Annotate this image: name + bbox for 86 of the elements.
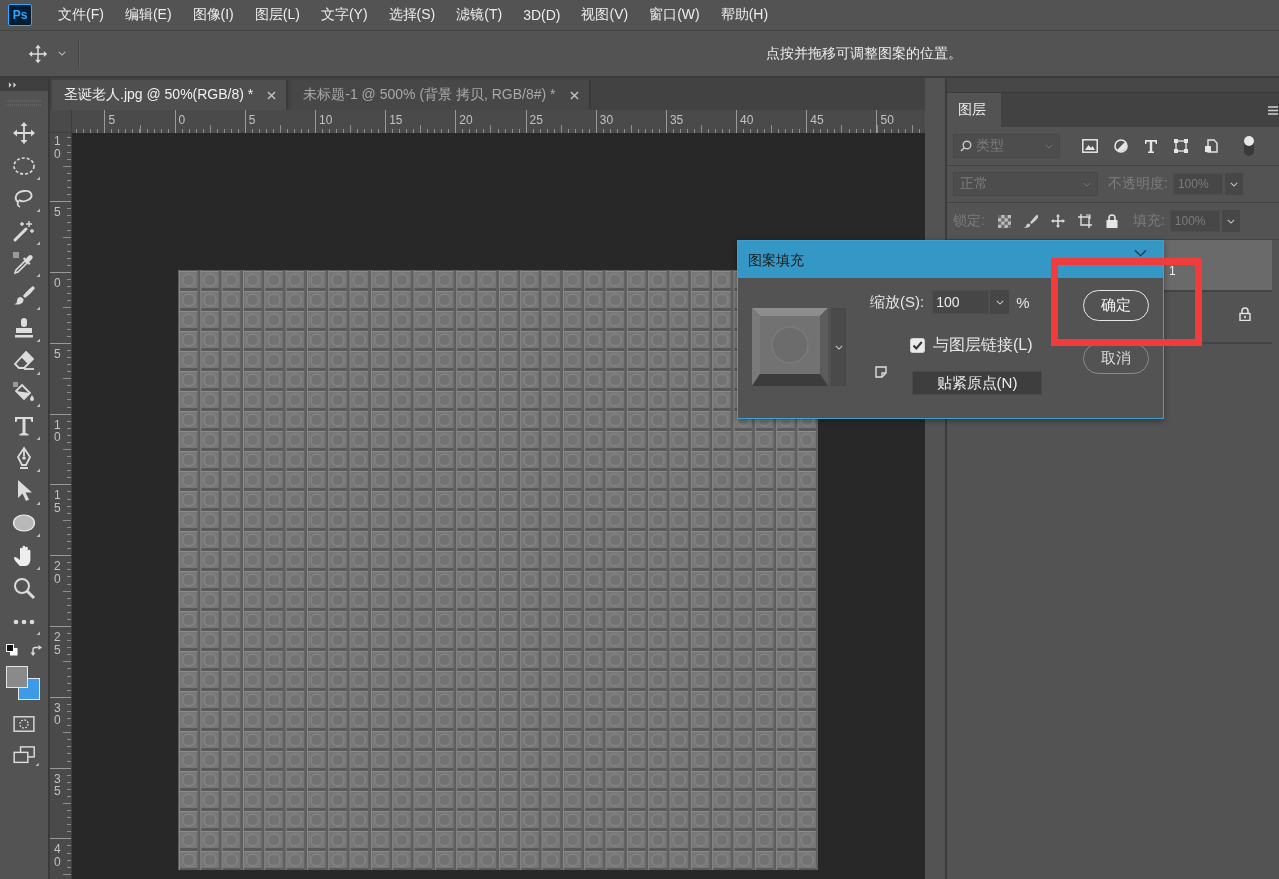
quick-mask-icon[interactable] [13,715,35,733]
layer-name: 1 [1169,264,1176,278]
menu-item[interactable]: 帮助(H) [720,6,769,24]
ruler-label: 25 [54,631,61,657]
page-corner-icon[interactable] [875,366,887,378]
close-icon[interactable] [569,90,579,100]
caret-icon [995,299,1004,305]
stamp-icon[interactable] [12,316,40,343]
image-icon[interactable] [1082,139,1098,153]
checkbox-label: 与图层链接(L) [933,335,1033,355]
caret-icon [1045,143,1053,149]
search-icon [960,140,972,152]
default-colors-icon[interactable] [6,644,18,656]
transform-frame-icon[interactable] [1174,139,1188,153]
menu-item[interactable]: 视图(V) [581,6,629,24]
hand-icon[interactable] [12,543,40,570]
ruler-label: 5 [54,206,61,219]
menu-item[interactable]: 文字(Y) [320,6,368,24]
magic-wand-icon[interactable] [12,218,40,245]
panel-menu-icon[interactable] [1268,105,1278,115]
brush-icon[interactable] [1023,214,1038,228]
toolbar-collapse-bar[interactable] [0,78,48,91]
ruler-label: 0 [54,277,61,290]
ruler-label: 20 [458,112,473,126]
checkbox[interactable] [910,338,925,353]
caret-icon [1226,218,1235,224]
menu-item[interactable]: 图层(L) [254,6,300,24]
close-icon[interactable] [267,90,277,100]
ruler-label: 35 [54,772,61,798]
ruler-label: 5 [107,112,116,126]
caret-icon [1083,181,1091,187]
lock-icon [1239,307,1251,321]
scale-input[interactable]: 100 [932,290,990,314]
menu-item[interactable]: 滤镜(T) [456,6,503,24]
menu-item[interactable]: 编辑(E) [124,6,172,24]
paint-bucket-icon[interactable] [12,381,40,408]
ruler-label: 30 [54,701,61,727]
caret-icon [834,344,843,350]
hint-text: 点按并拖移可调整图案的位置。 [766,44,962,63]
chevron-down-icon[interactable] [1134,249,1147,257]
swap-arrows-icon[interactable] [30,644,42,656]
menu-item[interactable]: 3D(D) [523,7,561,23]
eyedropper-icon[interactable] [12,251,40,278]
lock-icon[interactable] [1104,214,1119,228]
app-logo: Ps [8,4,32,26]
ruler-label: 30 [598,112,614,126]
caret-icon[interactable] [58,51,66,56]
snap-to-origin-button[interactable]: 贴紧原点(N) [912,371,1042,395]
ruler-label: 10 [54,135,61,161]
double-chevron-icon[interactable] [8,81,17,88]
document-icon[interactable] [1204,139,1218,153]
ruler-label: 45 [809,112,824,126]
foreground-color-swatch[interactable] [6,666,28,688]
ruler-label: 0 [177,112,186,126]
ruler-label: 35 [668,112,684,126]
move-icon[interactable] [1050,214,1065,228]
ellipse-icon[interactable] [12,511,40,538]
ruler-label: 10 [54,418,61,444]
ruler-label: 25 [528,112,543,126]
dialog-title: 图案填充 [748,252,804,270]
ruler-label: 40 [739,112,754,126]
checkerboard-icon[interactable] [997,214,1011,228]
menu-item[interactable]: 选择(S) [388,6,436,24]
menu-item[interactable]: 窗口(W) [649,6,700,24]
ruler-label: 15 [388,112,403,126]
caret-icon [1229,181,1238,187]
half-circle-icon[interactable] [1114,139,1128,153]
ruler-label: 40 [54,843,61,869]
menu-item[interactable]: 文件(F) [58,6,104,24]
move-icon[interactable] [28,43,48,64]
ruler-label: 15 [54,489,61,515]
document-tab[interactable]: 未标题-1 @ 500% (背景 拷贝, RGB/8#) * [291,80,591,110]
scale-label: 缩放(S): [870,292,925,312]
document-tab[interactable]: 圣诞老人.jpg @ 50%(RGB/8) * [52,80,289,110]
unit-label: % [1016,293,1030,311]
screen-mode-icon[interactable] [13,746,39,766]
eraser-icon[interactable] [12,348,40,375]
menu-item[interactable]: 图像(I) [192,6,234,24]
crop-frame-icon[interactable] [1077,214,1092,228]
type-icon[interactable] [1144,139,1158,153]
ruler-label: 50 [879,112,894,126]
ruler-label: 5 [247,112,256,126]
ruler-label: 10 [317,112,333,126]
ruler-label: 20 [54,560,61,586]
ruler-label: 5 [54,347,61,361]
pattern-swatch[interactable] [752,308,828,386]
